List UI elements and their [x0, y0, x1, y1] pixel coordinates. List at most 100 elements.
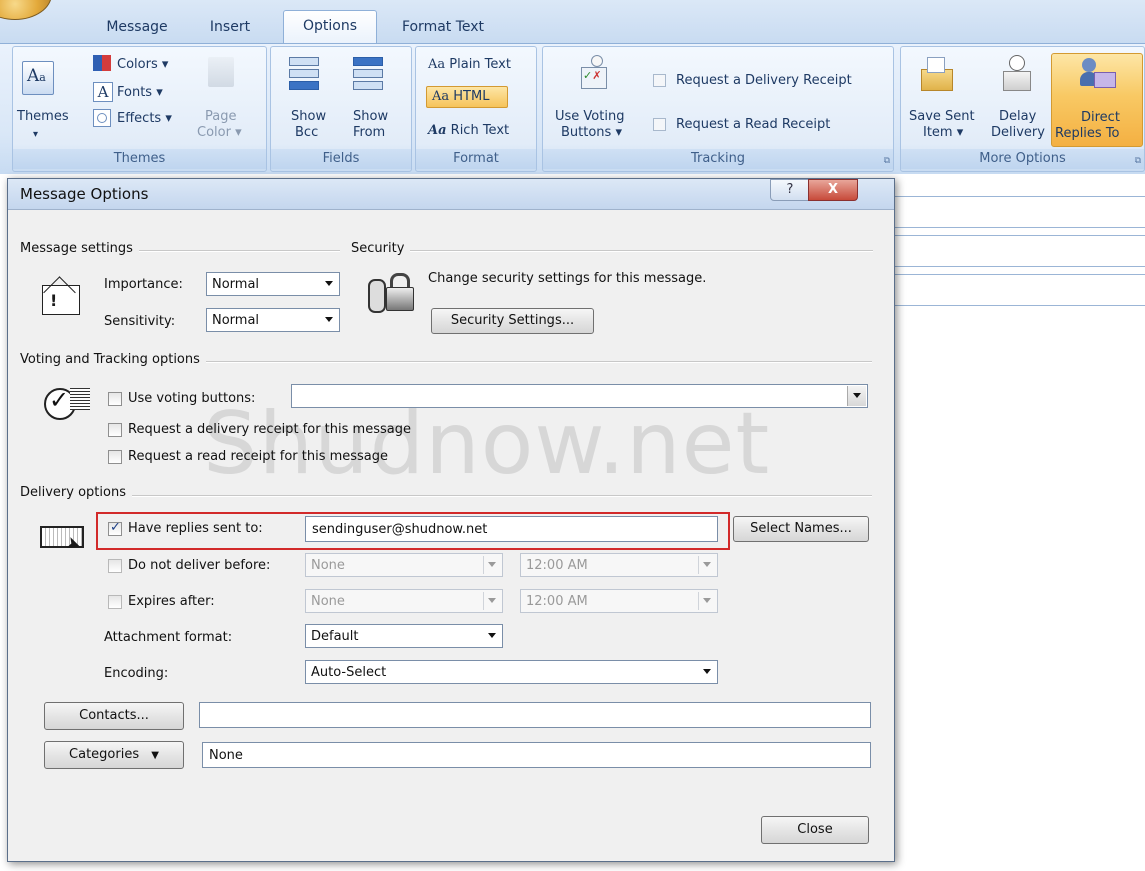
tab-options[interactable]: Options — [283, 10, 377, 44]
delay-delivery-icon — [1001, 55, 1031, 91]
colors-button[interactable]: Colors ▾ — [117, 57, 168, 73]
help-button[interactable]: ? — [770, 179, 810, 201]
chevron-down-icon: ▼ — [151, 750, 159, 761]
tab-message[interactable]: Message — [92, 12, 182, 42]
fonts-button[interactable]: Fonts ▾ — [117, 85, 163, 101]
security-divider — [353, 250, 873, 252]
use-voting-line2[interactable]: Buttons ▾ — [561, 125, 622, 141]
rich-text-option[interactable]: Aa Rich Text — [428, 123, 509, 139]
close-window-button[interactable]: X — [808, 179, 858, 201]
dialog-title-bar: Message Options ? X — [8, 179, 894, 210]
rich-text-label: Rich Text — [450, 123, 510, 138]
chevron-down-icon — [703, 562, 711, 567]
direct-line1: Direct — [1081, 110, 1120, 125]
page-color-line1[interactable]: Page — [205, 109, 236, 125]
show-bcc-line1[interactable]: Show — [291, 109, 326, 125]
delay-line2[interactable]: Delivery — [991, 125, 1045, 141]
message-cc-field[interactable] — [880, 235, 1145, 267]
delivery-receipt-option[interactable]: Request a Delivery Receipt — [653, 73, 852, 89]
expires-date-select[interactable]: None — [305, 589, 503, 613]
delivery-receipt-checkbox[interactable] — [108, 423, 122, 437]
format-group: Aa Plain Text Aa HTML Aa Rich Text Forma… — [415, 46, 537, 172]
dialog-title: Message Options — [20, 185, 149, 203]
do-not-deliver-checkbox[interactable] — [108, 559, 122, 573]
show-from-icon — [353, 57, 383, 93]
encoding-select[interactable]: Auto-Select — [305, 660, 718, 684]
expires-time-select[interactable]: 12:00 AM — [520, 589, 718, 613]
effects-button[interactable]: Effects ▾ — [117, 111, 172, 127]
plain-text-icon: Aa — [428, 57, 446, 72]
chevron-down-icon — [488, 598, 496, 603]
themes-group-label: Themes — [13, 149, 266, 169]
read-receipt-option[interactable]: Request a Read Receipt — [653, 117, 830, 133]
message-subject-field[interactable] — [880, 274, 1145, 306]
chevron-down-icon — [853, 393, 861, 398]
voting-tracking-heading: Voting and Tracking options — [20, 352, 206, 367]
chevron-down-icon — [325, 317, 333, 322]
fonts-icon: A — [93, 82, 113, 102]
tracking-group: ✓✗ Use Voting Buttons ▾ Request a Delive… — [542, 46, 894, 172]
expires-after-label: Expires after: — [128, 594, 215, 609]
combo-divider — [483, 556, 484, 574]
sensitivity-label: Sensitivity: — [104, 314, 176, 329]
message-settings-heading: Message settings — [20, 241, 139, 256]
read-receipt-label: Request a read receipt for this message — [128, 449, 389, 464]
message-options-dialog: Message Options ? X Shudnow.net Message … — [7, 178, 895, 862]
categories-button-label: Categories — [69, 747, 140, 762]
use-voting-line1[interactable]: Use Voting — [555, 109, 624, 125]
page-color-line2[interactable]: Color ▾ — [197, 125, 242, 141]
contacts-button[interactable]: Contacts... — [44, 702, 184, 730]
delay-line1[interactable]: Delay — [999, 109, 1036, 125]
read-receipt-checkbox[interactable] — [653, 118, 666, 131]
categories-input[interactable]: None — [202, 742, 871, 768]
html-label-wrap: Aa HTML — [432, 89, 489, 105]
do-not-deliver-date-select[interactable]: None — [305, 553, 503, 577]
save-sent-line2[interactable]: Item ▾ — [923, 125, 963, 141]
do-not-deliver-time-value: 12:00 AM — [526, 558, 588, 573]
more-options-dialog-launcher-icon[interactable]: ⧉ — [1135, 156, 1141, 166]
themes-button[interactable]: Themes — [17, 109, 69, 125]
show-from-line2[interactable]: From — [353, 125, 385, 141]
categories-button[interactable]: Categories ▼ — [44, 741, 184, 769]
sensitivity-select[interactable]: Normal — [206, 308, 340, 332]
importance-select[interactable]: Normal — [206, 272, 340, 296]
delivery-receipt-label: Request a delivery receipt for this mess… — [128, 422, 411, 437]
security-heading: Security — [351, 241, 411, 256]
voting-buttons-combo[interactable] — [291, 384, 868, 408]
html-icon: Aa — [432, 89, 450, 104]
highlight-annotation — [96, 512, 730, 550]
chevron-down-icon — [703, 598, 711, 603]
use-voting-checkbox[interactable] — [108, 392, 122, 406]
lock-key-icon — [368, 271, 416, 313]
themes-icon[interactable]: Aa — [22, 61, 54, 95]
tracking-dialog-launcher-icon[interactable]: ⧉ — [884, 156, 890, 166]
close-button[interactable]: Close — [761, 816, 869, 844]
tab-insert[interactable]: Insert — [195, 12, 265, 42]
do-not-deliver-label: Do not deliver before: — [128, 558, 271, 573]
fields-group-label: Fields — [271, 149, 411, 169]
contacts-input[interactable] — [199, 702, 871, 728]
select-names-button[interactable]: Select Names... — [733, 516, 869, 542]
sensitivity-value: Normal — [212, 313, 260, 328]
attachment-format-select[interactable]: Default — [305, 624, 503, 648]
combo-divider — [698, 592, 699, 610]
delivery-receipt-checkbox[interactable] — [653, 74, 666, 87]
effects-icon — [93, 109, 111, 127]
more-options-group: Save Sent Item ▾ Delay Delivery Direct R… — [900, 46, 1145, 172]
read-receipt-checkbox[interactable] — [108, 450, 122, 464]
direct-replies-to-button[interactable]: Direct Replies To — [1051, 53, 1143, 147]
show-bcc-line2[interactable]: Bcc — [295, 125, 318, 141]
message-to-field[interactable] — [880, 196, 1145, 228]
tab-format-text[interactable]: Format Text — [393, 12, 493, 42]
plain-text-option[interactable]: Aa Plain Text — [428, 57, 511, 73]
delivery-receipt-label: Request a Delivery Receipt — [676, 73, 852, 88]
show-from-line1[interactable]: Show — [353, 109, 388, 125]
chevron-down-icon — [488, 562, 496, 567]
combo-divider — [698, 556, 699, 574]
expires-after-checkbox[interactable] — [108, 595, 122, 609]
save-sent-line1[interactable]: Save Sent — [909, 109, 975, 125]
security-settings-button[interactable]: Security Settings... — [431, 308, 594, 334]
themes-dropdown-arrow-icon[interactable]: ▾ — [33, 127, 38, 143]
do-not-deliver-time-select[interactable]: 12:00 AM — [520, 553, 718, 577]
html-option[interactable]: Aa HTML — [426, 86, 508, 108]
